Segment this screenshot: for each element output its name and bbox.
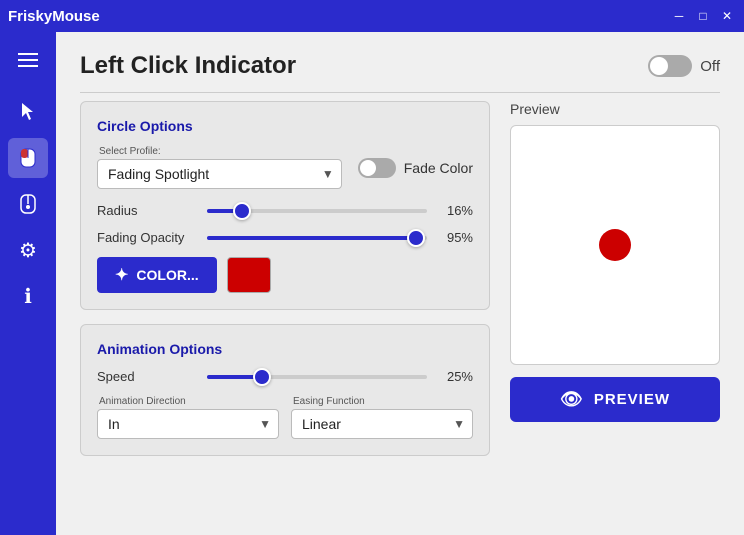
radius-slider-thumb[interactable] [233,202,251,220]
sidebar-item-right-click[interactable] [8,184,48,224]
radius-value: 16% [437,203,473,218]
cursor-icon [17,101,39,123]
maximize-button[interactable]: □ [694,7,712,25]
radius-slider-track[interactable] [207,209,427,213]
speed-value: 25% [437,369,473,384]
fade-toggle-thumb [360,160,376,176]
window-controls: ─ □ ✕ [670,7,736,25]
toggle-label: Off [700,58,720,75]
eye-icon: 👁 [560,389,584,410]
animation-direction-select[interactable]: In Out In/Out [97,409,279,439]
easing-function-select-wrapper: Linear Ease Ease In Ease Out Ease In Out… [291,409,473,439]
animation-direction-label: Animation Direction [97,396,279,407]
sidebar: ⚙ ℹ [0,32,56,535]
fading-opacity-label: Fading Opacity [97,230,197,245]
animation-options-section: Animation Options Speed 25% Animation Di… [80,324,490,456]
content-columns: Circle Options Select Profile: Fading Sp… [80,101,720,470]
hamburger-line-1 [18,53,38,55]
animation-options-title: Animation Options [97,341,473,357]
page-title: Left Click Indicator [80,52,296,80]
animation-direction-group: Animation Direction In Out In/Out ▼ [97,396,279,439]
app-container: ⚙ ℹ Left Click Indicator Off Circle Opti… [0,32,744,535]
preview-btn-label: PREVIEW [594,391,670,408]
fading-opacity-value: 95% [437,230,473,245]
profile-select-wrapper: Select Profile: Fading Spotlight Basic C… [97,146,342,189]
animation-direction-select-wrapper: In Out In/Out ▼ [97,409,279,439]
app-name: FriskyMouse [8,8,100,25]
preview-panel: Preview 👁 PREVIEW [510,101,720,470]
left-click-icon [17,147,39,169]
fade-color-label: Fade Color [404,160,473,176]
main-content: Left Click Indicator Off Circle Options … [56,32,744,535]
fade-color-row: Fade Color [358,158,473,178]
titlebar: FriskyMouse ─ □ ✕ [0,0,744,32]
color-swatch[interactable] [227,257,271,293]
speed-slider-row: Speed 25% [97,369,473,384]
right-click-icon [17,193,39,215]
preview-dot [599,229,631,261]
sidebar-menu-button[interactable] [8,42,48,78]
preview-box [510,125,720,365]
color-wand-icon: ✦ [115,265,128,285]
hamburger-line-3 [18,65,38,67]
sidebar-item-settings[interactable]: ⚙ [8,230,48,270]
left-click-toggle[interactable] [648,55,692,77]
preview-label: Preview [510,101,720,117]
speed-label: Speed [97,369,197,384]
page-header: Left Click Indicator Off [80,52,720,93]
fading-opacity-slider-row: Fading Opacity 95% [97,230,473,245]
hamburger-line-2 [18,59,38,61]
color-row: ✦ COLOR... [97,257,473,293]
easing-function-select[interactable]: Linear Ease Ease In Ease Out Ease In Out [291,409,473,439]
close-button[interactable]: ✕ [718,7,736,25]
toggle-container: Off [648,55,720,77]
circle-options-title: Circle Options [97,118,473,134]
sidebar-item-pointer[interactable] [8,92,48,132]
radius-label: Radius [97,203,197,218]
profile-row: Select Profile: Fading Spotlight Basic C… [97,146,473,189]
color-button-label: COLOR... [136,267,198,283]
minimize-button[interactable]: ─ [670,7,688,25]
preview-button[interactable]: 👁 PREVIEW [510,377,720,422]
fading-opacity-slider-thumb[interactable] [407,229,425,247]
speed-slider-track[interactable] [207,375,427,379]
radius-slider-row: Radius 16% [97,203,473,218]
sidebar-item-info[interactable]: ℹ [8,276,48,316]
easing-function-label: Easing Function [291,396,473,407]
profile-select-label: Select Profile: [97,146,342,157]
easing-function-group: Easing Function Linear Ease Ease In Ease… [291,396,473,439]
fading-opacity-slider-track[interactable] [207,236,427,240]
profile-select[interactable]: Fading Spotlight Basic Circle Ripple [97,159,342,189]
fade-color-toggle[interactable] [358,158,396,178]
toggle-thumb [650,57,668,75]
color-button[interactable]: ✦ COLOR... [97,257,217,293]
sidebar-item-left-click[interactable] [8,138,48,178]
left-column: Circle Options Select Profile: Fading Sp… [80,101,490,470]
circle-options-section: Circle Options Select Profile: Fading Sp… [80,101,490,310]
dropdowns-row: Animation Direction In Out In/Out ▼ [97,396,473,439]
speed-slider-thumb[interactable] [253,368,271,386]
